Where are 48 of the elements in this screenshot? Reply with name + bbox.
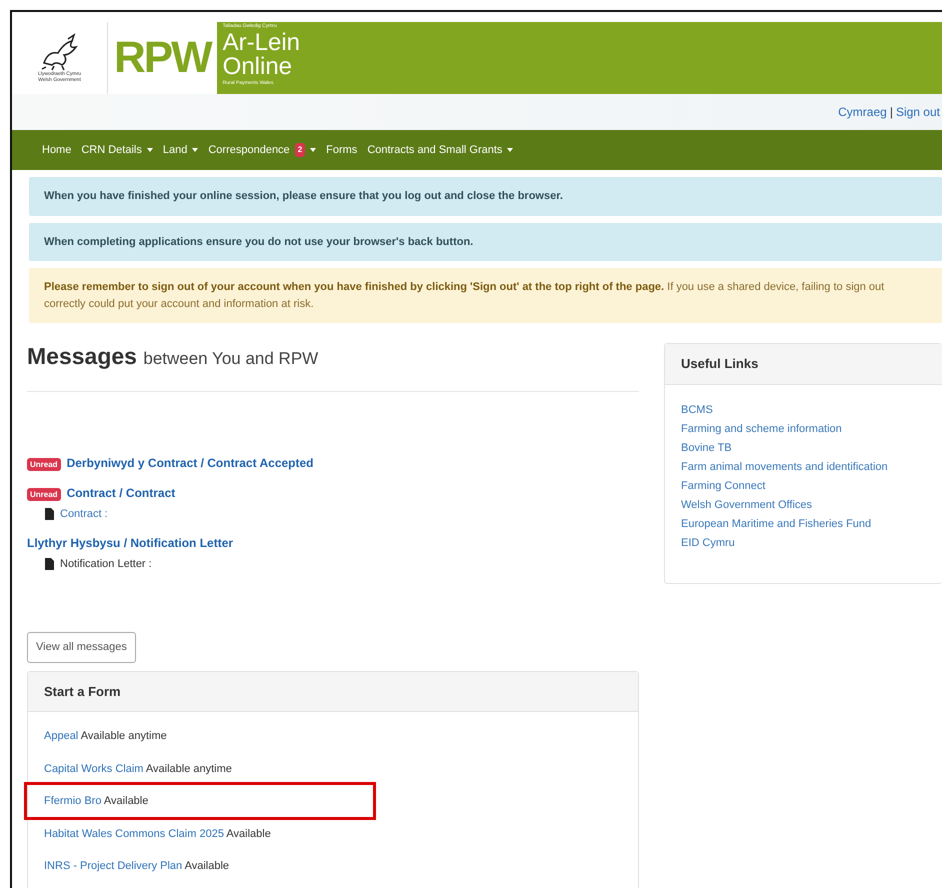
form-link[interactable]: Capital Works Claim [44,762,144,775]
nav-link[interactable]: Home [42,142,72,158]
alert-message: When completing applications ensure you do not use your browser's back button. [29,222,942,261]
availability-text: Available anytime [80,730,167,742]
site-title: Online [222,55,294,79]
nav-link[interactable]: Correspondence 2 [208,142,316,158]
view-all-button[interactable]: View all messages [27,632,136,663]
useful-link[interactable]: EID Cymru [681,534,926,552]
form-link[interactable]: INRS - Project Delivery Plan [44,860,182,872]
useful-link[interactable]: BCMS [681,400,926,420]
alert-message: Please remember to sign out of your account when you have finished by clicking 'Sign out' at the top right of the page. If you use a shared device, failing to sign out correctly could put your account and information at risk. [29,268,942,323]
nav-link[interactable]: CRN Details [81,142,153,158]
message-link[interactable]: Llythyr Hysbysu / Notification Letter [27,536,234,550]
top-link[interactable]: Sign out [896,103,940,121]
document-icon [45,508,54,520]
top-link[interactable]: Cymraeg [838,103,887,121]
panel-heading: Start a Form [28,672,638,712]
availability-text: Available [184,860,230,872]
nav-link[interactable]: Forms [326,142,358,158]
useful-link[interactable]: Bovine TB [681,438,926,458]
useful-link[interactable]: Farm animal movements and identification [681,458,926,476]
useful-link[interactable]: European Maritime and Fisheries Fund [681,514,926,534]
nav-link[interactable]: Land [162,142,198,158]
separator: | [890,104,893,121]
form-link[interactable]: Appeal [44,730,78,742]
availability-text: Available [104,795,148,808]
unread-badge: Unread [27,458,61,471]
panel-heading: Useful Links [665,344,942,384]
useful-link[interactable]: Farming Connect [681,476,926,496]
brand-logo: RPW [108,22,217,94]
form-link[interactable]: Ffermio Bro [44,795,102,808]
useful-link[interactable]: Welsh Government Offices [681,496,926,514]
alert-message: When you have finished your online session, please ensure that you log out and close the browser. [29,177,942,216]
form-link[interactable]: Habitat Wales Commons Claim 2025 [44,828,224,840]
availability-text: Available anytime [146,762,232,775]
unread-badge: Unread [27,488,61,502]
useful-link[interactable]: Farming and scheme information [681,420,926,438]
availability-text: Available [226,828,271,840]
message-link[interactable]: Contract / Contract [66,486,176,500]
nav-link[interactable]: Contracts and Small Grants [367,142,514,158]
message-link[interactable]: Derbyniwyd y Contract / Contract Accepted [66,456,314,470]
count-badge: 2 [294,143,306,157]
site-title: Ar-Lein [222,31,300,55]
page-subtitle: between You and RPW [143,349,318,368]
page-title: Messages [27,343,137,369]
attachment-link[interactable]: Contract : [60,506,108,522]
document-icon [45,558,54,570]
attachment-label: Notification Letter : [60,556,152,572]
